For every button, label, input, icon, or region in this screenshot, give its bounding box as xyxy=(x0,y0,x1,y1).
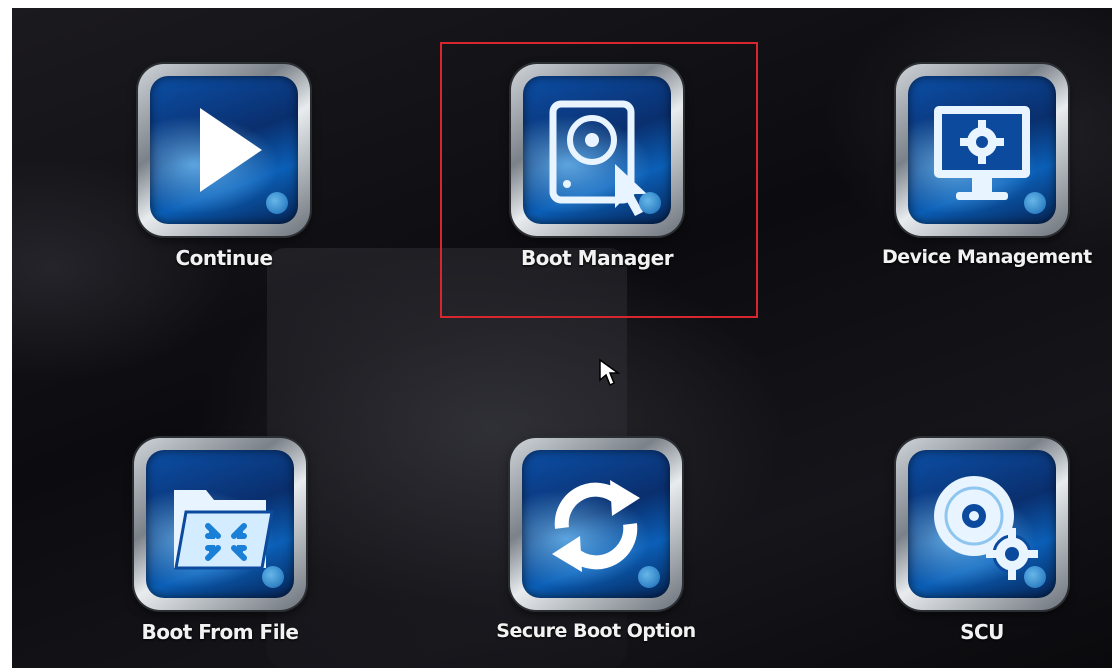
scu-tile-frame[interactable] xyxy=(896,438,1068,610)
tile-scu[interactable]: SCU xyxy=(882,438,1082,644)
refresh-icon xyxy=(552,480,640,572)
boot-from-file-label: Boot From File xyxy=(141,620,299,644)
play-icon xyxy=(200,108,262,192)
secure-boot-option-tile-frame[interactable] xyxy=(510,438,682,610)
selection-highlight xyxy=(440,42,758,318)
bios-setup-screen: Continue Boot Manager Device Management … xyxy=(12,8,1112,668)
continue-tile-face xyxy=(150,76,298,224)
scu-label: SCU xyxy=(960,620,1004,644)
continue-label: Continue xyxy=(175,246,273,270)
tile-continue[interactable]: Continue xyxy=(134,64,314,270)
tile-secure-boot-option[interactable]: Secure Boot Option xyxy=(496,438,696,642)
monitor-gear-icon xyxy=(934,106,1030,200)
continue-tile-frame[interactable] xyxy=(138,64,310,236)
secure-boot-option-label: Secure Boot Option xyxy=(496,620,696,642)
disc-gear-icon xyxy=(934,476,1038,580)
boot-from-file-tile-face xyxy=(146,450,294,598)
tile-device-management[interactable]: Device Management xyxy=(882,64,1092,268)
device-management-tile-face xyxy=(908,76,1056,224)
scu-tile-face xyxy=(908,450,1056,598)
mouse-cursor-icon xyxy=(599,358,621,387)
device-management-label: Device Management xyxy=(882,246,1092,268)
tile-boot-from-file[interactable]: Boot From File xyxy=(120,438,320,644)
secure-boot-option-tile-face xyxy=(522,450,670,598)
folder-icon xyxy=(174,490,274,570)
device-management-tile-frame[interactable] xyxy=(896,64,1068,236)
boot-from-file-tile-frame[interactable] xyxy=(134,438,306,610)
